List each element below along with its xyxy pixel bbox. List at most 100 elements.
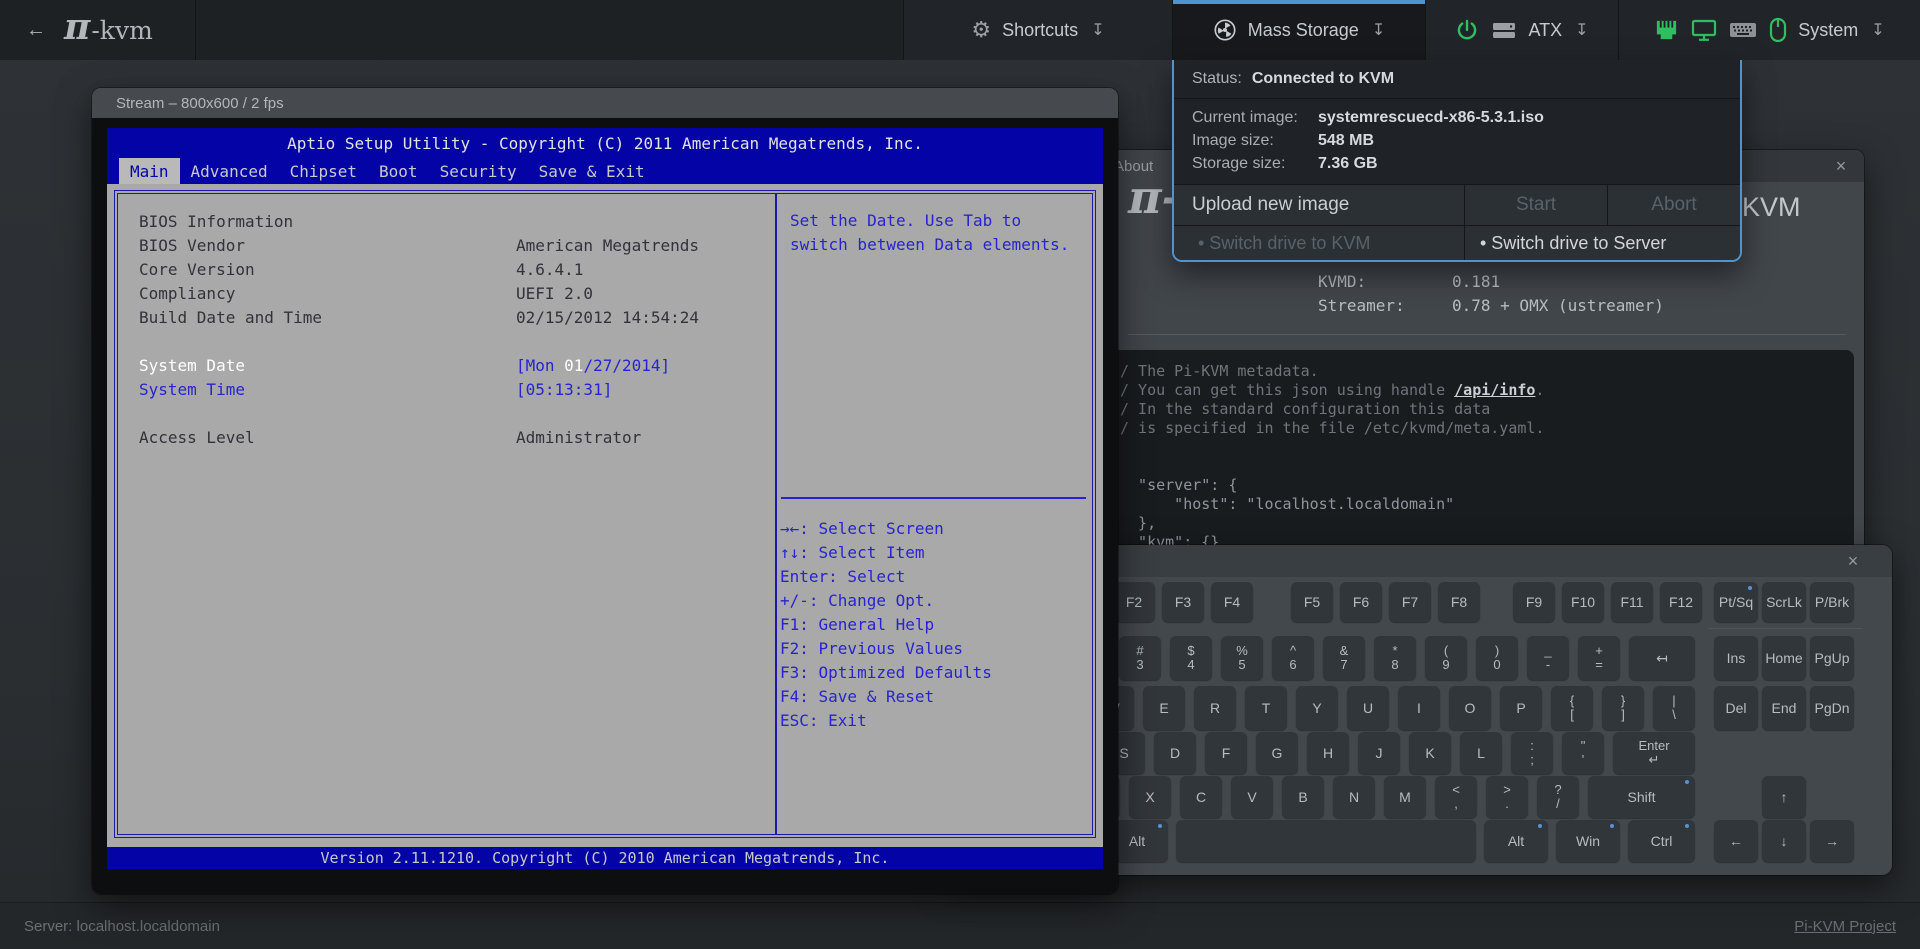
bios-menu-item[interactable]: Advanced — [180, 158, 279, 184]
gear-icon: ⚙ — [971, 19, 991, 41]
kb-key[interactable]: ↑ — [1762, 776, 1806, 818]
kb-key[interactable]: F2 — [1113, 582, 1155, 622]
kb-key[interactable]: #3 — [1119, 636, 1161, 680]
bios-menu-item[interactable]: Main — [119, 158, 180, 184]
close-icon[interactable]: × — [1828, 153, 1854, 179]
kb-key[interactable]: F3 — [1162, 582, 1204, 622]
kb-key[interactable]: F11 — [1611, 582, 1653, 622]
kb-key[interactable]: Ins — [1714, 636, 1758, 680]
kb-key[interactable]: D — [1154, 732, 1196, 774]
kb-key[interactable]: >. — [1486, 776, 1528, 818]
kb-key[interactable]: F5 — [1291, 582, 1333, 622]
kb-key[interactable]: <, — [1435, 776, 1477, 818]
kb-key[interactable]: PgUp — [1810, 636, 1854, 680]
stream-video-area[interactable]: Aptio Setup Utility - Copyright (C) 2011… — [92, 118, 1118, 894]
kb-key[interactable]: &7 — [1323, 636, 1365, 680]
kb-key[interactable]: Win — [1556, 820, 1620, 862]
bios-content-box: BIOS InformationBIOS VendorAmerican Mega… — [114, 190, 1096, 838]
kb-key[interactable]: Y — [1296, 686, 1338, 730]
kb-key[interactable]: Del — [1714, 686, 1758, 730]
close-icon[interactable]: × — [1840, 548, 1866, 574]
kb-key[interactable]: Shift — [1588, 776, 1695, 818]
kb-key[interactable]: U — [1347, 686, 1389, 730]
kb-key[interactable]: Pt/Sq — [1714, 582, 1758, 622]
kb-key[interactable]: *8 — [1374, 636, 1416, 680]
kb-key[interactable]: P/Brk — [1810, 582, 1854, 622]
kb-key[interactable]: V — [1231, 776, 1273, 818]
kb-key[interactable]: += — [1578, 636, 1620, 680]
nav-system[interactable]: System ↧ — [1618, 0, 1920, 60]
kb-key[interactable]: J — [1358, 732, 1400, 774]
kb-key[interactable]: %5 — [1221, 636, 1263, 680]
kb-key[interactable]: _- — [1527, 636, 1569, 680]
kb-key[interactable]: F10 — [1562, 582, 1604, 622]
kb-key[interactable]: F4 — [1211, 582, 1253, 622]
kb-key[interactable]: M — [1384, 776, 1426, 818]
kb-key[interactable]: PgDn — [1810, 686, 1854, 730]
kb-key[interactable]: G — [1256, 732, 1298, 774]
kb-key[interactable]: Ctrl — [1628, 820, 1695, 862]
kb-key[interactable]: B — [1282, 776, 1324, 818]
kb-key[interactable]: Home — [1762, 636, 1806, 680]
kb-key[interactable]: |\ — [1653, 686, 1695, 730]
kb-key[interactable]: ↓ — [1762, 820, 1806, 862]
switch-drive-to-server-button[interactable]: • Switch drive to Server — [1464, 226, 1740, 260]
kb-key[interactable]: F6 — [1340, 582, 1382, 622]
nav-atx[interactable]: ATX ↧ — [1425, 0, 1618, 60]
keyboard-cluster-divider — [1708, 628, 1862, 629]
pikvm-project-link[interactable]: Pi-KVM Project — [1794, 918, 1896, 935]
kb-key[interactable]: K — [1409, 732, 1451, 774]
kb-key[interactable]: }] — [1602, 686, 1644, 730]
kb-key[interactable]: F12 — [1660, 582, 1702, 622]
kb-key[interactable]: H — [1307, 732, 1349, 774]
bios-menu-item[interactable]: Chipset — [279, 158, 368, 184]
kb-key[interactable]: T — [1245, 686, 1287, 730]
kb-key[interactable]: N — [1333, 776, 1375, 818]
kb-key[interactable]: {[ — [1551, 686, 1593, 730]
api-info-link[interactable]: /api/info — [1454, 381, 1535, 399]
kb-key[interactable]: I — [1398, 686, 1440, 730]
kb-key[interactable]: Enter↵ — [1613, 732, 1695, 774]
kb-key[interactable]: )0 — [1476, 636, 1518, 680]
drive-icon — [1491, 19, 1517, 41]
bios-menu-item[interactable]: Boot — [368, 158, 429, 184]
kb-key[interactable]: ← — [1714, 820, 1758, 862]
upload-new-image-button[interactable]: Upload new image — [1174, 185, 1464, 225]
nav-mass-storage[interactable]: Mass Storage ↧ — [1172, 0, 1425, 60]
code-line: "server": { — [1120, 476, 1844, 495]
kb-key[interactable]: ^6 — [1272, 636, 1314, 680]
kb-key[interactable]: F7 — [1389, 582, 1431, 622]
kb-key[interactable]: O — [1449, 686, 1491, 730]
kb-key[interactable]: Alt — [1484, 820, 1548, 862]
kb-key[interactable]: (9 — [1425, 636, 1467, 680]
kb-key[interactable]: ↤ — [1629, 636, 1695, 680]
kb-key[interactable]: E — [1143, 686, 1185, 730]
kb-key[interactable]: → — [1810, 820, 1854, 862]
kb-key[interactable]: :; — [1511, 732, 1553, 774]
nav-shortcuts[interactable]: ⚙ Shortcuts ↧ — [903, 0, 1172, 60]
kb-key[interactable]: $4 — [1170, 636, 1212, 680]
kb-key[interactable]: "' — [1562, 732, 1604, 774]
back-arrow-icon[interactable]: ← — [26, 19, 46, 42]
bios-menu-item[interactable]: Security — [429, 158, 528, 184]
start-button[interactable]: Start — [1464, 185, 1607, 225]
kb-key[interactable]: R — [1194, 686, 1236, 730]
bios-hotkey-list: →←: Select Screen↑↓: Select ItemEnter: S… — [780, 517, 992, 733]
kb-key[interactable]: End — [1762, 686, 1806, 730]
kb-key[interactable]: F9 — [1513, 582, 1555, 622]
abort-button[interactable]: Abort — [1607, 185, 1740, 225]
bios-menu-item[interactable]: Save & Exit — [528, 158, 656, 184]
kb-key[interactable]: P — [1500, 686, 1542, 730]
kb-key[interactable]: ScrLk — [1762, 582, 1806, 622]
bios-row-label: Core Version — [118, 260, 516, 279]
kb-key[interactable]: F8 — [1438, 582, 1480, 622]
kb-key[interactable]: C — [1180, 776, 1222, 818]
kb-key[interactable]: F — [1205, 732, 1247, 774]
kb-key[interactable]: ?/ — [1537, 776, 1579, 818]
kb-key[interactable] — [1176, 820, 1476, 862]
top-nav: ← π-kvm ⚙ Shortcuts ↧ Mass Storage ↧ — [0, 0, 1920, 60]
kb-key[interactable]: X — [1129, 776, 1171, 818]
switch-drive-to-kvm-button[interactable]: • Switch drive to KVM — [1174, 226, 1464, 260]
kb-key[interactable]: L — [1460, 732, 1502, 774]
bios-row-label: System Time — [118, 380, 516, 399]
